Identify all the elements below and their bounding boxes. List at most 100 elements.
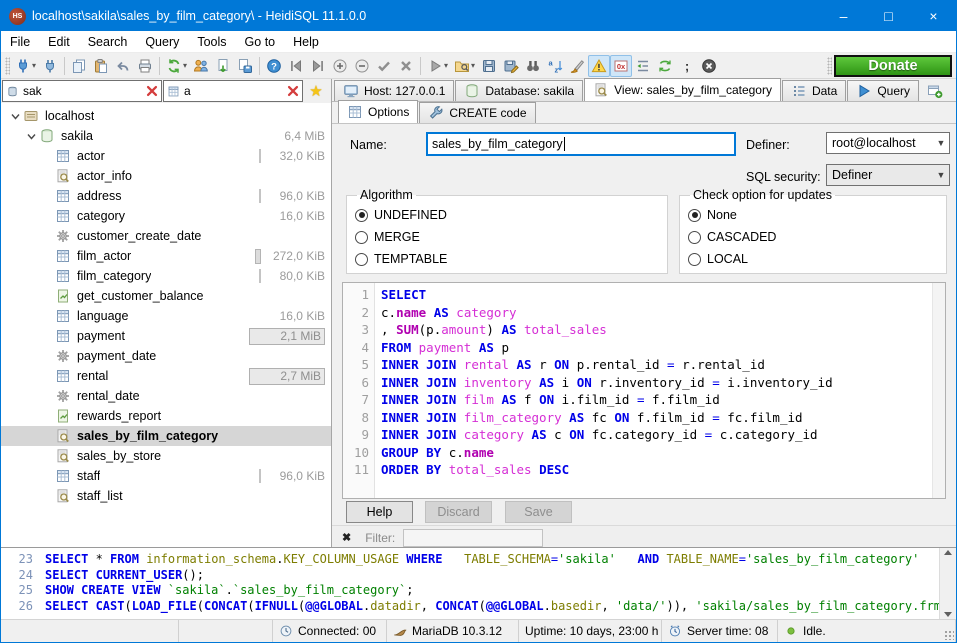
tree-item-localhost[interactable]: localhost bbox=[1, 106, 331, 126]
indent-button[interactable] bbox=[632, 55, 654, 77]
tab-data[interactable]: Data bbox=[782, 80, 846, 101]
tree-item-staff[interactable]: staff96,0 KiB bbox=[1, 466, 331, 486]
menu-item-query[interactable]: Query bbox=[136, 31, 188, 52]
tree-item-rental[interactable]: rental2,7 MiB bbox=[1, 366, 331, 386]
minimize-button[interactable]: – bbox=[821, 1, 866, 31]
tree-item-rewards-report[interactable]: rewards_report bbox=[1, 406, 331, 426]
discard-button[interactable]: Discard bbox=[425, 501, 492, 523]
sql-security-dropdown[interactable]: Definer ▼ bbox=[826, 164, 950, 186]
tree-item-staff-list[interactable]: staff_list bbox=[1, 486, 331, 506]
export-database-button[interactable] bbox=[212, 55, 234, 77]
view-name-input[interactable]: sales_by_film_category bbox=[426, 132, 736, 156]
close-button[interactable]: × bbox=[911, 1, 956, 31]
post-changes-button[interactable] bbox=[373, 55, 395, 77]
menu-item-help[interactable]: Help bbox=[284, 31, 328, 52]
radio-check-option-none[interactable]: None bbox=[688, 204, 938, 226]
menu-item-search[interactable]: Search bbox=[79, 31, 137, 52]
clear-table-filter-icon[interactable] bbox=[286, 84, 300, 98]
help-button[interactable]: ? bbox=[263, 55, 285, 77]
sql-source-editor[interactable]: 1234567891011 SELECTc.name AS category, … bbox=[342, 282, 946, 499]
editor-code-area[interactable]: SELECTc.name AS category, SUM(p.amount) … bbox=[375, 283, 932, 498]
favorites-star-icon[interactable]: ★ bbox=[303, 79, 329, 103]
radio-algorithm-undefined[interactable]: UNDEFINED bbox=[355, 204, 659, 226]
tab-query[interactable]: Query bbox=[847, 80, 919, 101]
undo-button[interactable] bbox=[112, 55, 134, 77]
clear-database-filter-icon[interactable] bbox=[145, 84, 159, 98]
table-filter-input[interactable]: a bbox=[163, 80, 303, 102]
session-manager-button[interactable]: ▾ bbox=[12, 55, 39, 77]
bind-parameters-button[interactable] bbox=[654, 55, 676, 77]
tab-host[interactable]: Host: 127.0.0.1 bbox=[334, 80, 454, 101]
scroll-up-icon[interactable] bbox=[944, 550, 952, 555]
copy-button[interactable] bbox=[68, 55, 90, 77]
view-binary-as-hex-button[interactable]: 0x bbox=[610, 55, 632, 77]
radio-check-option-cascaded[interactable]: CASCADED bbox=[688, 226, 938, 248]
editor-scrollbar[interactable] bbox=[932, 283, 945, 498]
reformat-sql-button[interactable] bbox=[566, 55, 588, 77]
filter-input[interactable] bbox=[403, 529, 543, 547]
tree-item-language[interactable]: language16,0 KiB bbox=[1, 306, 331, 326]
sort-az-button[interactable]: az bbox=[544, 55, 566, 77]
tree-item-actor[interactable]: actor32,0 KiB bbox=[1, 146, 331, 166]
last-record-button[interactable] bbox=[307, 55, 329, 77]
radio-algorithm-temptable[interactable]: TEMPTABLE bbox=[355, 248, 659, 270]
paste-button[interactable] bbox=[90, 55, 112, 77]
resize-grip[interactable] bbox=[944, 630, 954, 640]
radio-algorithm-merge[interactable]: MERGE bbox=[355, 226, 659, 248]
tree-item-customer-create-date[interactable]: customer_create_date bbox=[1, 226, 331, 246]
close-filter-icon[interactable]: ✖ bbox=[342, 531, 351, 544]
radio-check-option-local[interactable]: LOCAL bbox=[688, 248, 938, 270]
disconnect-button[interactable] bbox=[39, 55, 61, 77]
definer-combobox[interactable]: root@localhost ▼ bbox=[826, 132, 950, 154]
delimiter-button[interactable]: ; bbox=[676, 55, 698, 77]
donate-button[interactable]: Donate bbox=[834, 55, 952, 77]
refresh-button[interactable]: ▾ bbox=[163, 55, 190, 77]
sql-log-panel[interactable]: 23242526 SELECT * FROM information_schem… bbox=[1, 547, 956, 619]
delete-record-button[interactable] bbox=[351, 55, 373, 77]
chevron-down-icon[interactable] bbox=[23, 131, 39, 142]
save-sql-button[interactable] bbox=[478, 55, 500, 77]
print-button[interactable] bbox=[134, 55, 156, 77]
help-button[interactable]: Help bbox=[346, 501, 413, 523]
stop-on-errors-button[interactable] bbox=[588, 55, 610, 77]
tab-database[interactable]: Database: sakila bbox=[455, 80, 583, 101]
first-record-button[interactable] bbox=[285, 55, 307, 77]
execute-sql-button[interactable]: ▾ bbox=[424, 55, 451, 77]
toolbar-grip[interactable] bbox=[827, 57, 832, 75]
save-snippet-button[interactable] bbox=[234, 55, 256, 77]
maximize-button[interactable]: □ bbox=[866, 1, 911, 31]
tree-item-payment-date[interactable]: payment_date bbox=[1, 346, 331, 366]
tree-item-actor-info[interactable]: actor_info bbox=[1, 166, 331, 186]
find-text-button[interactable] bbox=[522, 55, 544, 77]
save-sql-as-button[interactable] bbox=[500, 55, 522, 77]
tab-view[interactable]: View: sales_by_film_category bbox=[584, 78, 781, 101]
tree-item-payment[interactable]: payment2,1 MiB bbox=[1, 326, 331, 346]
scroll-down-icon[interactable] bbox=[944, 612, 952, 617]
tree-item-address[interactable]: address96,0 KiB bbox=[1, 186, 331, 206]
tree-item-film-actor[interactable]: film_actor272,0 KiB bbox=[1, 246, 331, 266]
chevron-down-icon[interactable] bbox=[7, 111, 23, 122]
new-query-tab-button[interactable] bbox=[920, 80, 950, 101]
load-sql-file-button[interactable]: ▾ bbox=[451, 55, 478, 77]
insert-record-button[interactable] bbox=[329, 55, 351, 77]
toolbar-grip[interactable] bbox=[5, 57, 10, 75]
menu-item-file[interactable]: File bbox=[1, 31, 39, 52]
menu-item-go-to[interactable]: Go to bbox=[236, 31, 285, 52]
tab-options[interactable]: Options bbox=[338, 100, 418, 123]
tab-create-code[interactable]: CREATE code bbox=[419, 102, 535, 123]
menu-item-tools[interactable]: Tools bbox=[188, 31, 235, 52]
cancel-editing-button[interactable] bbox=[395, 55, 417, 77]
user-manager-button[interactable] bbox=[190, 55, 212, 77]
tree-item-get-customer-balance[interactable]: get_customer_balance bbox=[1, 286, 331, 306]
tree-item-sales-by-store[interactable]: sales_by_store bbox=[1, 446, 331, 466]
tree-item-film-category[interactable]: film_category80,0 KiB bbox=[1, 266, 331, 286]
menu-item-edit[interactable]: Edit bbox=[39, 31, 79, 52]
tree-item-sakila[interactable]: sakila6,4 MiB bbox=[1, 126, 331, 146]
tree-item-rental-date[interactable]: rental_date bbox=[1, 386, 331, 406]
database-filter-input[interactable]: sak bbox=[2, 80, 162, 102]
save-button[interactable]: Save bbox=[505, 501, 572, 523]
log-code-area[interactable]: SELECT * FROM information_schema.KEY_COL… bbox=[39, 548, 939, 619]
log-scrollbar[interactable] bbox=[939, 548, 956, 619]
tree-item-sales-by-film-category[interactable]: sales_by_film_category bbox=[1, 426, 331, 446]
kill-query-button[interactable] bbox=[698, 55, 720, 77]
